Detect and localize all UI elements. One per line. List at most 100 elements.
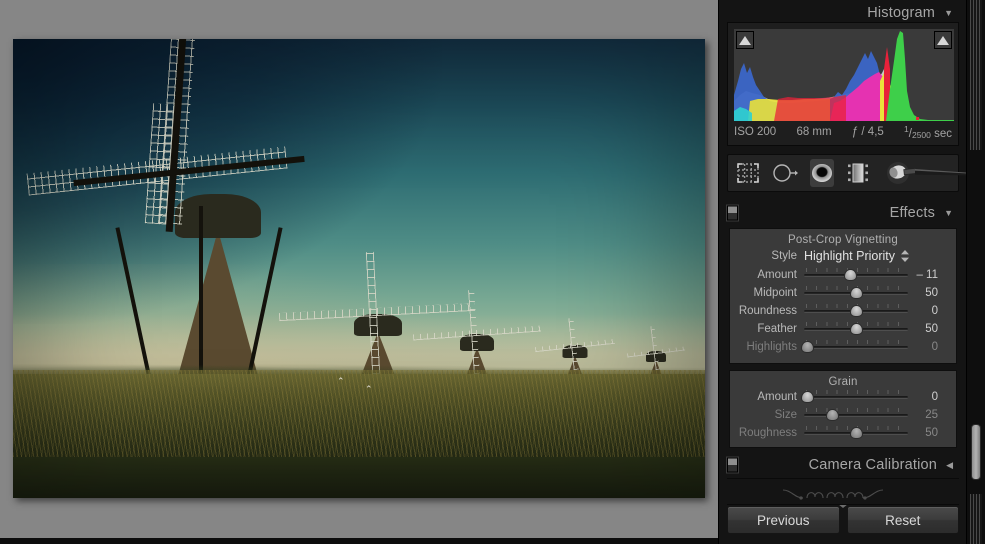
bird-icon: ⌃ — [337, 376, 345, 386]
vignette-style-value[interactable]: Highlight Priority — [804, 249, 895, 263]
viewer-bottom-strip — [0, 538, 718, 544]
effects-panel-enable-switch[interactable] — [727, 205, 738, 221]
post-crop-vignetting-section: Post-Crop Vignetting Style Highlight Pri… — [729, 228, 957, 364]
vignette-midpoint-slider[interactable] — [804, 286, 908, 300]
grain-size-label: Size — [774, 409, 797, 421]
right-panel: Histogram ▼ ISO 200 68 mm ƒ / 4,5 1/2500… — [718, 0, 985, 544]
vignette-highlights-row[interactable]: Highlights 0 — [730, 338, 956, 356]
spot-removal-icon — [773, 164, 798, 182]
vignette-midpoint-value[interactable]: 50 — [908, 287, 944, 299]
camera-calibration-panel-header[interactable]: Camera Calibration ◀ — [719, 452, 967, 478]
photo-kinderdijk-windmills[interactable]: ⌃ ⌃ — [13, 39, 705, 498]
develop-footer-buttons: Previous Reset — [727, 506, 959, 534]
vignette-style-label: Style — [771, 250, 797, 262]
scrollbar-thumb[interactable] — [971, 424, 981, 480]
aperture-value: ƒ / 4,5 — [851, 126, 884, 138]
highlight-clipping-button[interactable] — [934, 31, 952, 49]
graduated-filter-tool[interactable] — [846, 159, 870, 187]
post-crop-vignetting-title: Post-Crop Vignetting — [788, 234, 898, 246]
grain-title: Grain — [828, 376, 858, 388]
reed-bank — [13, 369, 705, 457]
grain-roughness-label: Roughness — [738, 427, 797, 439]
grain-roughness-slider[interactable] — [804, 426, 908, 440]
spot-removal-tool[interactable] — [772, 159, 798, 187]
vignette-feather-slider[interactable] — [804, 322, 908, 336]
red-eye-correction-tool[interactable] — [810, 159, 834, 187]
effects-title: Effects — [889, 205, 936, 221]
grain-amount-value[interactable]: 0 — [908, 391, 944, 403]
shutter-denominator: 2500 — [911, 129, 931, 140]
grain-roughness-value[interactable]: 50 — [908, 427, 944, 439]
slider-track — [804, 396, 908, 399]
shutter-speed-value: 1/2500 sec — [904, 124, 952, 140]
chevron-down-icon[interactable]: ▼ — [944, 208, 953, 218]
slider-ticks — [806, 340, 906, 344]
slider-track — [804, 346, 908, 349]
reset-button[interactable]: Reset — [846, 506, 959, 534]
vignette-highlights-label: Highlights — [746, 341, 798, 353]
chevron-down-icon[interactable]: ▼ — [944, 8, 953, 18]
exif-readout: ISO 200 68 mm ƒ / 4,5 1/2500 sec — [734, 123, 952, 141]
crop-overlay-tool[interactable] — [736, 159, 760, 187]
vignette-roundness-slider[interactable] — [804, 304, 908, 318]
vignette-feather-row[interactable]: Feather 50 — [730, 320, 956, 338]
photo-frame[interactable]: ⌃ ⌃ — [13, 39, 705, 498]
panel-divider-bottom — [727, 504, 959, 505]
focal-length-value: 68 mm — [796, 126, 832, 138]
slider-knob[interactable] — [849, 427, 863, 439]
right-panel-scrollbar[interactable] — [966, 0, 985, 544]
slider-knob[interactable] — [849, 323, 863, 335]
graduated-filter-icon — [848, 163, 868, 183]
slider-knob[interactable] — [800, 391, 814, 403]
histogram-svg — [734, 31, 954, 121]
camera-calibration-panel-enable-switch[interactable] — [727, 457, 738, 473]
slider-knob[interactable] — [825, 409, 839, 421]
vignette-feather-value[interactable]: 50 — [908, 323, 944, 335]
effects-panel-header[interactable]: Effects ▼ — [719, 200, 967, 226]
scrollbar-grip-bottom — [970, 494, 982, 544]
slider-track — [804, 414, 908, 417]
chevron-left-icon[interactable]: ◀ — [946, 460, 953, 471]
image-viewer[interactable]: ⌃ ⌃ — [0, 0, 718, 544]
hist-red-mid — [774, 95, 846, 121]
iso-value: ISO 200 — [734, 126, 777, 138]
grain-size-value[interactable]: 25 — [908, 409, 944, 421]
scrollbar-grip-top — [970, 0, 982, 150]
grain-amount-slider[interactable] — [800, 390, 908, 404]
previous-button[interactable]: Previous — [727, 506, 840, 534]
histogram-panel[interactable]: ISO 200 68 mm ƒ / 4,5 1/2500 sec — [727, 22, 959, 146]
histogram-graph[interactable] — [734, 29, 954, 121]
slider-knob[interactable] — [849, 287, 863, 299]
slider-knob[interactable] — [800, 341, 814, 353]
grain-amount-label: Amount — [757, 391, 797, 403]
vignette-midpoint-label: Midpoint — [753, 287, 797, 299]
chevron-updown-icon[interactable] — [901, 250, 910, 262]
vignette-roundness-row[interactable]: Roundness 0 — [730, 302, 956, 320]
vignette-amount-value[interactable]: – 11 — [908, 269, 944, 281]
grain-roughness-row[interactable]: Roughness 50 — [730, 424, 956, 442]
vignette-style-row[interactable]: Style Highlight Priority — [730, 246, 956, 266]
vignette-amount-label: Amount — [757, 269, 797, 281]
hist-tail-red — [916, 117, 919, 120]
shutter-unit: sec — [934, 127, 952, 140]
grain-amount-row[interactable]: Amount 0 — [730, 388, 956, 406]
slider-ticks — [806, 268, 906, 272]
vignette-highlights-value[interactable]: 0 — [908, 341, 944, 353]
vignette-amount-slider[interactable] — [804, 268, 908, 282]
grain-size-row[interactable]: Size 25 — [730, 406, 956, 424]
develop-tool-strip[interactable] — [727, 154, 982, 192]
slider-knob[interactable] — [849, 305, 863, 317]
slider-ticks — [806, 390, 906, 394]
shadow-clipping-button[interactable] — [736, 31, 754, 49]
vignette-roundness-value[interactable]: 0 — [908, 305, 944, 317]
crop-overlay-icon — [737, 163, 759, 183]
vignette-amount-row[interactable]: Amount – 11 — [730, 266, 956, 284]
panel-divider — [727, 478, 959, 479]
grain-section: Grain Amount 0 Size 25 Roughness 50 — [729, 370, 957, 448]
shadow-clipping-triangle-icon — [739, 35, 751, 45]
vignette-highlights-slider[interactable] — [800, 340, 908, 354]
slider-knob[interactable] — [843, 269, 857, 281]
grain-size-slider[interactable] — [804, 408, 908, 422]
lightroom-develop-window: ⌃ ⌃ Histogram ▼ ISO 200 68 mm ƒ / 4,5 1/… — [0, 0, 985, 544]
vignette-midpoint-row[interactable]: Midpoint 50 — [730, 284, 956, 302]
